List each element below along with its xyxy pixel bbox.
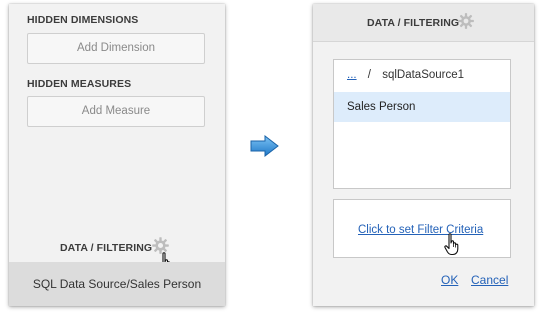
data-source-footer: SQL Data Source/Sales Person [9,262,225,306]
list-item[interactable]: Sales Person [334,92,510,122]
add-dimension-button[interactable]: Add Dimension [27,33,205,64]
breadcrumb: ... / sqlDataSource1 [347,69,464,81]
data-filtering-dialog: DATA / FILTERING ... / sqlDataSource1 Sa… [313,4,534,306]
set-filter-criteria-link[interactable]: Click to set Filter Criteria [358,224,483,236]
breadcrumb-separator: / [367,69,371,81]
breadcrumb-up-link[interactable]: ... [347,69,357,81]
data-items-panel: HIDDEN DIMENSIONS Add Dimension HIDDEN M… [9,4,225,306]
hidden-measures-title: HIDDEN MEASURES [27,78,132,90]
data-filtering-label: DATA / FILTERING [60,242,153,254]
arrow-right-icon [250,135,279,157]
filter-box: Click to set Filter Criteria [333,199,511,258]
breadcrumb-current: sqlDataSource1 [382,69,465,81]
gear-icon[interactable] [457,12,475,30]
hidden-dimensions-title: HIDDEN DIMENSIONS [27,14,139,26]
hand-pointer-icon [444,233,459,256]
data-source-list: ... / sqlDataSource1 Sales Person [333,59,511,189]
add-measure-button[interactable]: Add Measure [27,96,205,127]
cancel-button[interactable]: Cancel [471,273,508,287]
dialog-title: DATA / FILTERING [367,17,460,29]
ok-button[interactable]: OK [441,273,458,287]
